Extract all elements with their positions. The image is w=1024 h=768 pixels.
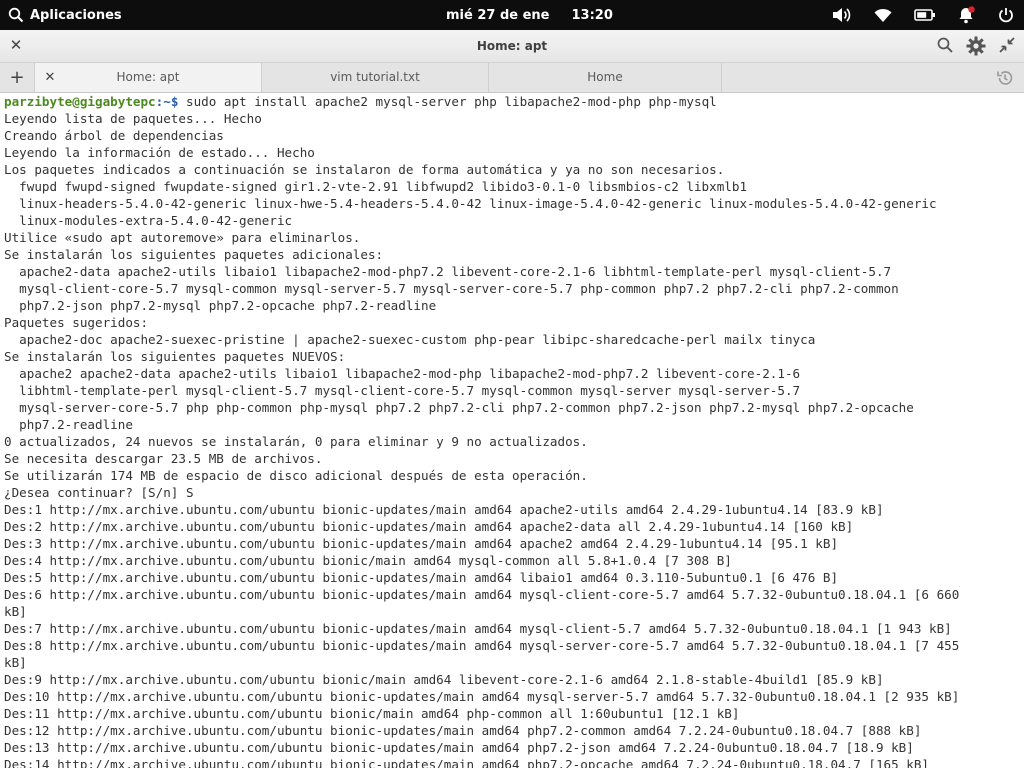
output-line: php7.2-json php7.2-mysql php7.2-opcache … (4, 298, 437, 313)
battery-icon[interactable] (914, 8, 936, 22)
tab-close-icon[interactable]: ✕ (43, 63, 57, 92)
output-line: Des:2 http://mx.archive.ubuntu.com/ubunt… (4, 519, 854, 534)
tab-home[interactable]: Home (489, 63, 722, 92)
output-line: ¿Desea continuar? [S/n] S (4, 485, 194, 500)
prompt-user: parzibyte@gigabytepc (4, 94, 156, 109)
output-line: fwupd fwupd-signed fwupdate-signed gir1.… (4, 179, 748, 194)
tab-bar: + ✕ Home: apt vim tutorial.txt Home (0, 63, 1024, 93)
output-line: Des:11 http://mx.archive.ubuntu.com/ubun… (4, 706, 740, 721)
output-line: Des:9 http://mx.archive.ubuntu.com/ubunt… (4, 672, 884, 687)
date-label: mié 27 de ene (446, 7, 550, 23)
applications-menu[interactable]: Aplicaciones (8, 0, 122, 30)
prompt-line: parzibyte@gigabytepc:~$ sudo apt install… (4, 94, 717, 109)
command-text: sudo apt install apache2 mysql-server ph… (178, 94, 717, 109)
time-label: 13:20 (571, 7, 613, 23)
tab-vim-tutorial[interactable]: vim tutorial.txt (262, 63, 489, 92)
prompt-path: :~$ (155, 94, 179, 109)
output-line: libhtml-template-perl mysql-client-5.7 m… (4, 383, 801, 398)
gear-icon[interactable] (966, 36, 986, 60)
output-line: kB] (4, 655, 27, 670)
volume-icon[interactable] (832, 7, 852, 23)
search-icon (8, 7, 24, 23)
tab-home-apt[interactable]: ✕ Home: apt (35, 63, 262, 92)
output-line: Creando árbol de dependencias (4, 128, 224, 143)
output-line: Se utilizarán 174 MB de espacio de disco… (4, 468, 588, 483)
output-line: Des:8 http://mx.archive.ubuntu.com/ubunt… (4, 638, 960, 653)
output-line: Leyendo la información de estado... Hech… (4, 145, 315, 160)
output-line: Des:14 http://mx.archive.ubuntu.com/ubun… (4, 757, 930, 768)
output-line: Des:7 http://mx.archive.ubuntu.com/ubunt… (4, 621, 952, 636)
output-line: Paquetes sugeridos: (4, 315, 149, 330)
search-icon[interactable] (936, 36, 954, 60)
top-panel: Aplicaciones mié 27 de ene 13:20 (0, 0, 1024, 30)
output-lines: Leyendo lista de paquetes... Hecho Crean… (4, 111, 959, 768)
output-line: Des:12 http://mx.archive.ubuntu.com/ubun… (4, 723, 922, 738)
output-line: kB] (4, 604, 27, 619)
output-line: Des:13 http://mx.archive.ubuntu.com/ubun… (4, 740, 914, 755)
power-icon[interactable] (998, 7, 1014, 23)
unmaximize-icon[interactable] (998, 36, 1016, 60)
output-line: apache2-data apache2-utils libaio1 libap… (4, 264, 892, 279)
tab-label: Home (587, 70, 623, 84)
window-header: ✕ Home: apt (0, 30, 1024, 63)
output-line: 0 actualizados, 24 nuevos se instalarán,… (4, 434, 588, 449)
output-line: linux-modules-extra-5.4.0-42-generic (4, 213, 293, 228)
output-line: Des:5 http://mx.archive.ubuntu.com/ubunt… (4, 570, 839, 585)
output-line: Des:4 http://mx.archive.ubuntu.com/ubunt… (4, 553, 732, 568)
terminal-view[interactable]: parzibyte@gigabytepc:~$ sudo apt install… (0, 93, 1024, 768)
output-line: Los paquetes indicados a continuación se… (4, 162, 725, 177)
output-line: Des:10 http://mx.archive.ubuntu.com/ubun… (4, 689, 960, 704)
output-line: Se instalarán los siguientes paquetes NU… (4, 349, 346, 364)
wifi-icon[interactable] (874, 8, 892, 22)
output-line: Se instalarán los siguientes paquetes ad… (4, 247, 384, 262)
tab-label: Home: apt (116, 70, 180, 84)
date-time-indicator[interactable]: mié 27 de ene 13:20 (446, 0, 613, 30)
system-indicators (832, 0, 1014, 30)
output-line: linux-headers-5.4.0-42-generic linux-hwe… (4, 196, 937, 211)
output-line: Des:6 http://mx.archive.ubuntu.com/ubunt… (4, 587, 960, 602)
close-icon[interactable]: ✕ (8, 36, 24, 54)
history-icon[interactable] (996, 69, 1014, 91)
output-line: apache2 apache2-data apache2-utils libai… (4, 366, 801, 381)
notification-bell-icon[interactable] (958, 6, 976, 24)
output-line: apache2-doc apache2-suexec-pristine | ap… (4, 332, 816, 347)
output-line: mysql-client-core-5.7 mysql-common mysql… (4, 281, 899, 296)
output-line: Des:3 http://mx.archive.ubuntu.com/ubunt… (4, 536, 839, 551)
output-line: mysql-server-core-5.7 php php-common php… (4, 400, 914, 415)
output-line: php7.2-readline (4, 417, 133, 432)
terminal-output: parzibyte@gigabytepc:~$ sudo apt install… (0, 93, 1024, 768)
applications-label: Aplicaciones (30, 7, 122, 23)
output-line: Se necesita descargar 23.5 MB de archivo… (4, 451, 323, 466)
output-line: Utilice «sudo apt autoremove» para elimi… (4, 230, 361, 245)
output-line: Leyendo lista de paquetes... Hecho (4, 111, 262, 126)
output-line: Des:1 http://mx.archive.ubuntu.com/ubunt… (4, 502, 884, 517)
new-tab-button[interactable]: + (0, 63, 35, 92)
tab-label: vim tutorial.txt (330, 70, 420, 84)
window-title: Home: apt (476, 39, 548, 53)
